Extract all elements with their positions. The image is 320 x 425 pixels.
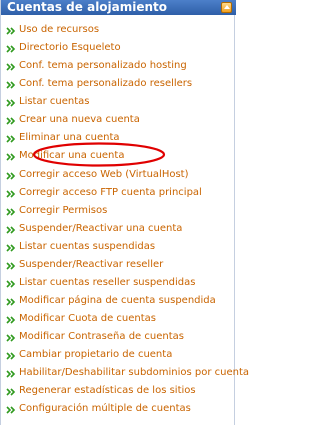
double-chevron-right-icon [6,81,16,89]
menu-item-label[interactable]: Listar cuentas [19,96,89,108]
menu-item-label[interactable]: Crear una nueva cuenta [19,114,140,126]
menu-item-uso-de-recursos[interactable]: Uso de recursos [1,22,236,40]
menu-item-corregir-acceso-web[interactable]: Corregir acceso Web (VirtualHost) [1,167,236,185]
menu-item-label[interactable]: Corregir Permisos [19,205,107,217]
panel-title: Cuentas de alojamiento [7,0,168,14]
double-chevron-right-icon [6,262,16,270]
menu-item-label[interactable]: Configuración múltiple de cuentas [19,403,191,415]
double-chevron-right-icon [6,316,16,324]
menu-item-label[interactable]: Suspender/Reactivar una cuenta [19,223,182,235]
menu-item-label[interactable]: Cambiar propietario de cuenta [19,349,172,361]
menu-item-suspender-cuenta[interactable]: Suspender/Reactivar una cuenta [1,221,236,239]
menu-item-label[interactable]: Conf. tema personalizado resellers [19,78,192,90]
double-chevron-right-icon [6,27,16,35]
menu-item-suspender-reseller[interactable]: Suspender/Reactivar reseller [1,257,236,275]
double-chevron-right-icon [6,406,16,414]
menu-item-listar-suspendidas[interactable]: Listar cuentas suspendidas [1,239,236,257]
menu-item-corregir-permisos[interactable]: Corregir Permisos [1,203,236,221]
double-chevron-right-icon [6,99,16,107]
double-chevron-right-icon [6,298,16,306]
panel-header: Cuentas de alojamiento [1,0,236,15]
menu-item-configuracion-multiple[interactable]: Configuración múltiple de cuentas [1,401,236,419]
double-chevron-right-icon [6,117,16,125]
menu-item-label[interactable]: Corregir acceso FTP cuenta principal [19,187,202,199]
menu-list: Uso de recursos Directorio Esqueleto Con… [1,22,249,419]
menu-item-label[interactable]: Modificar una cuenta [19,150,124,162]
menu-item-habilitar-subdominios[interactable]: Habilitar/Deshabilitar subdominios por c… [1,365,249,383]
menu-item-label[interactable]: Directorio Esqueleto [19,42,121,54]
double-chevron-right-icon [6,171,16,180]
menu-item-listar-reseller-suspendidas[interactable]: Listar cuentas reseller suspendidas [1,275,236,293]
double-chevron-right-icon [6,226,16,234]
double-chevron-right-icon [6,135,16,143]
menu-item-label[interactable]: Corregir acceso Web (VirtualHost) [19,169,189,181]
menu-item-modificar-cuota[interactable]: Modificar Cuota de cuentas [1,311,236,329]
menu-item-regenerar-estadisticas[interactable]: Regenerar estadísticas de los sitios [1,383,236,401]
menu-item-label[interactable]: Modificar página de cuenta suspendida [19,295,216,307]
menu-item-label[interactable]: Suspender/Reactivar reseller [19,259,163,271]
double-chevron-right-icon [6,352,16,360]
menu-item-label[interactable]: Uso de recursos [19,24,99,36]
menu-item-listar-cuentas[interactable]: Listar cuentas [1,94,236,112]
collapse-up-icon[interactable] [221,2,232,13]
menu-item-conf-tema-hosting[interactable]: Conf. tema personalizado hosting [1,58,236,76]
double-chevron-right-icon [6,370,16,378]
menu-item-modificar-cuenta[interactable]: Modificar una cuenta [1,148,236,166]
menu-item-label[interactable]: Habilitar/Deshabilitar subdominios por c… [19,367,249,379]
menu-item-label[interactable]: Modificar Cuota de cuentas [19,313,156,325]
double-chevron-right-icon [6,388,16,396]
menu-item-label[interactable]: Eliminar una cuenta [19,132,120,144]
double-chevron-right-icon [6,208,16,216]
double-chevron-right-icon [6,63,16,71]
menu-item-label[interactable]: Conf. tema personalizado hosting [19,60,187,72]
menu-item-label[interactable]: Regenerar estadísticas de los sitios [19,385,196,397]
hosting-accounts-panel: Cuentas de alojamiento Uso de recursos D… [0,0,249,425]
double-chevron-right-icon [6,280,16,288]
menu-item-crear-cuenta[interactable]: Crear una nueva cuenta [1,112,236,130]
double-chevron-right-icon [6,153,16,162]
double-chevron-right-icon [6,244,16,252]
menu-item-label[interactable]: Listar cuentas suspendidas [19,241,155,253]
menu-item-cambiar-propietario[interactable]: Cambiar propietario de cuenta [1,347,236,365]
menu-item-eliminar-cuenta[interactable]: Eliminar una cuenta [1,130,236,148]
menu-item-label[interactable]: Modificar Contraseña de cuentas [19,331,184,343]
menu-item-modificar-pagina-suspendida[interactable]: Modificar página de cuenta suspendida [1,293,236,311]
double-chevron-right-icon [6,189,16,198]
menu-item-directorio-esqueleto[interactable]: Directorio Esqueleto [1,40,236,58]
menu-item-modificar-contrasena[interactable]: Modificar Contraseña de cuentas [1,329,236,347]
double-chevron-right-icon [6,45,16,53]
menu-item-label[interactable]: Listar cuentas reseller suspendidas [19,277,195,289]
double-chevron-right-icon [6,334,16,342]
menu-item-conf-tema-resellers[interactable]: Conf. tema personalizado resellers [1,76,236,94]
menu-item-corregir-acceso-ftp[interactable]: Corregir acceso FTP cuenta principal [1,185,236,203]
